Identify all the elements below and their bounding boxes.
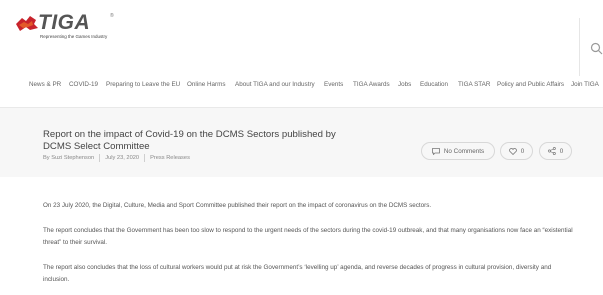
post-meta: By Suzi Stephenson July 23, 2020 Press R…: [43, 154, 190, 162]
site-header: TIGA ® Representing the Games Industry N…: [0, 0, 603, 108]
meta-divider: [99, 154, 101, 162]
nav-item-preparing-to-leave-eu[interactable]: Preparing to Leave the EU: [106, 81, 180, 89]
post-title: Report on the impact of Covid-19 on the …: [43, 129, 336, 152]
main-nav: News & PR COVID-19 Preparing to Leave th…: [0, 78, 603, 92]
post-date: July 23, 2020: [105, 155, 140, 161]
post-paragraph: The report also concludes that the loss …: [43, 264, 552, 283]
logo-tagline: Representing the Games Industry: [40, 34, 108, 39]
nav-item-policy-public-affairs[interactable]: Policy and Public Affairs: [497, 81, 564, 89]
page: TIGA ® Representing the Games Industry N…: [0, 0, 603, 295]
nav-item-join-tiga[interactable]: Join TIGA: [571, 81, 599, 89]
nav-item-about-tiga[interactable]: About TIGA and our Industry: [235, 81, 315, 89]
likes-count: 0: [520, 147, 525, 155]
comments-button[interactable]: No Comments: [421, 142, 495, 160]
post-category-link[interactable]: Press Releases: [150, 155, 190, 161]
nav-item-jobs[interactable]: Jobs: [398, 81, 411, 89]
site-logo[interactable]: TIGA ® Representing the Games Industry: [14, 11, 124, 39]
search-icon[interactable]: [590, 42, 603, 55]
heart-icon: [508, 147, 517, 155]
nav-item-online-harms[interactable]: Online Harms: [187, 81, 226, 89]
comment-icon: [431, 147, 440, 155]
share-button[interactable]: 0: [539, 142, 572, 160]
nav-item-events[interactable]: Events: [324, 81, 343, 89]
post-header: Report on the impact of Covid-19 on the …: [0, 108, 603, 177]
share-icon: [547, 147, 556, 155]
post-paragraph: The report concludes that the Government…: [43, 227, 573, 246]
nav-item-education[interactable]: Education: [420, 81, 448, 89]
tiga-logo-mark-icon: [16, 16, 38, 31]
post-paragraph: On 23 July 2020, the Digital, Culture, M…: [43, 202, 432, 209]
nav-item-covid-19[interactable]: COVID-19: [69, 81, 98, 89]
nav-item-tiga-star[interactable]: TIGA STAR: [458, 81, 490, 89]
search-divider: [579, 18, 580, 76]
nav-item-tiga-awards[interactable]: TIGA Awards: [353, 81, 390, 89]
shares-count: 0: [559, 147, 564, 155]
nav-item-news-pr[interactable]: News & PR: [29, 81, 61, 89]
post-author-link[interactable]: By Suzi Stephenson: [43, 155, 94, 161]
logo-wordmark: TIGA: [38, 11, 91, 34]
like-button[interactable]: 0: [500, 142, 533, 160]
logo-trademark: ®: [110, 13, 114, 19]
comments-label: No Comments: [443, 147, 485, 155]
meta-divider: [144, 154, 146, 162]
